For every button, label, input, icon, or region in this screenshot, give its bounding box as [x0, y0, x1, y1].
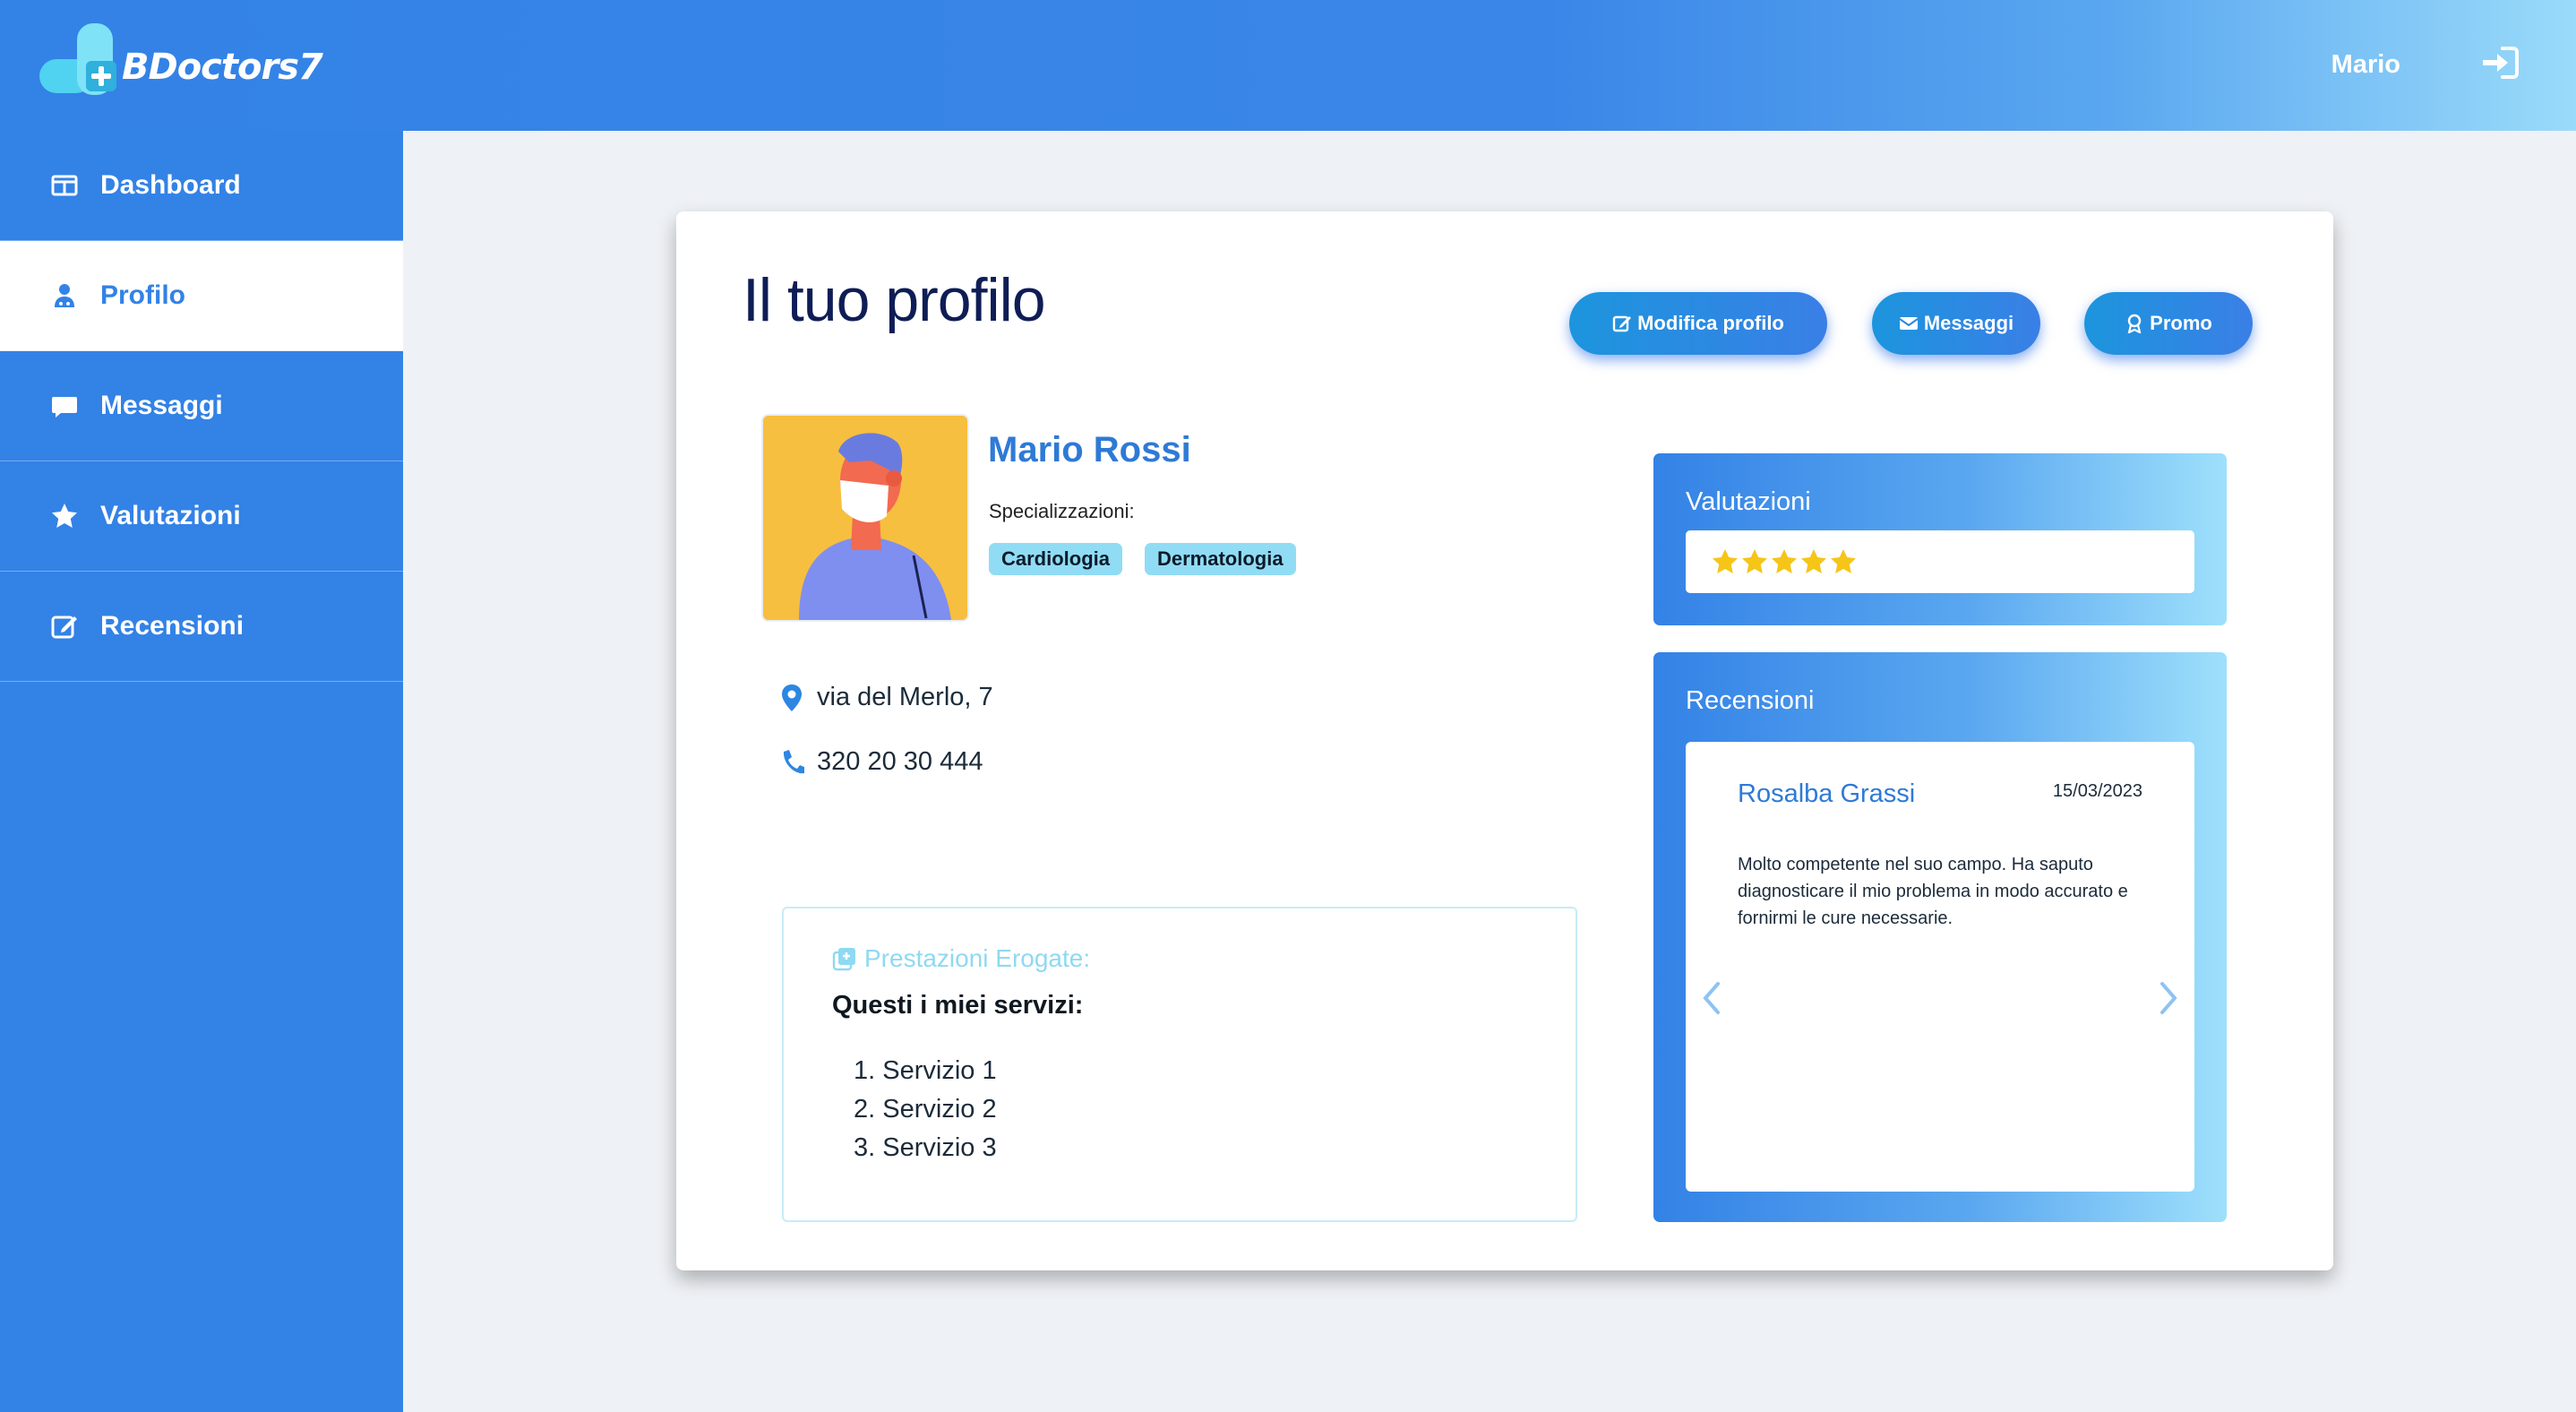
specializations-label: Specializzazioni: — [989, 500, 1135, 522]
specialization-tag: Dermatologia — [1145, 543, 1296, 575]
sidebar-item-profilo[interactable]: Profilo — [0, 241, 403, 351]
edit-profile-label: Modifica profilo — [1637, 312, 1784, 334]
ratings-title: Valutazioni — [1686, 487, 1811, 516]
sidebar-item-label: Recensioni — [100, 611, 245, 641]
chevron-right-icon[interactable] — [2155, 978, 2182, 1018]
list-item: 2. Servizio 2 — [854, 1095, 997, 1124]
doctor-name: Mario Rossi — [988, 430, 1191, 469]
sidebar-item-recensioni[interactable]: Recensioni — [0, 572, 403, 682]
page-title: Il tuo profilo — [743, 266, 1046, 334]
envelope-icon — [1899, 317, 1919, 330]
star-icon — [1713, 549, 1738, 573]
review-carousel: Rosalba Grassi 15/03/2023 Molto competen… — [1686, 742, 2194, 1192]
review-author: Rosalba Grassi — [1738, 779, 1916, 808]
edit-icon — [50, 612, 79, 641]
medical-files-icon — [832, 948, 855, 971]
user-name[interactable]: Mario — [2331, 50, 2400, 80]
review-text: Molto competente nel suo campo. Ha saput… — [1738, 855, 2128, 928]
star-icon — [1742, 549, 1767, 573]
logo-cross-icon — [39, 22, 118, 97]
phone-icon — [783, 749, 804, 773]
address-text: via del Merlo, 7 — [817, 683, 993, 711]
star-icon — [1801, 549, 1826, 573]
profile-card: Il tuo profilo Modifica profilo Messaggi… — [676, 211, 2333, 1270]
reviews-title: Recensioni — [1686, 686, 1815, 715]
services-title-text: Prestazioni Erogate: — [864, 944, 1091, 972]
ratings-panel: Valutazioni — [1653, 453, 2227, 625]
sidebar-item-label: Messaggi — [100, 391, 223, 420]
star-icon — [1831, 549, 1856, 573]
top-bar: BDoctors7 Mario — [0, 0, 2576, 131]
edit-icon — [1612, 315, 1632, 332]
list-item: 3. Servizio 3 — [854, 1133, 997, 1162]
edit-profile-button[interactable]: Modifica profilo — [1569, 292, 1827, 355]
logo[interactable]: BDoctors7 — [39, 22, 323, 97]
location-pin-icon — [782, 684, 802, 711]
messages-button[interactable]: Messaggi — [1872, 292, 2040, 355]
promo-label: Promo — [2150, 312, 2212, 334]
sidebar-item-messaggi[interactable]: Messaggi — [0, 351, 403, 461]
phone-text: 320 20 30 444 — [817, 747, 983, 776]
sidebar-item-dashboard[interactable]: Dashboard — [0, 131, 403, 241]
sidebar-item-label: Profilo — [100, 280, 185, 310]
services-list: 1. Servizio 1 2. Servizio 2 3. Servizio … — [854, 1052, 997, 1167]
logo-text: BDoctors7 — [122, 47, 323, 88]
message-icon — [50, 392, 79, 420]
user-doctor-icon — [50, 281, 79, 310]
phone-row: 320 20 30 444 — [779, 747, 983, 777]
services-box: Prestazioni Erogate: Questi i miei servi… — [782, 907, 1577, 1222]
messages-label: Messaggi — [1923, 312, 2014, 334]
chevron-left-icon[interactable] — [1698, 978, 1725, 1018]
logout-icon[interactable] — [2481, 45, 2520, 81]
promo-button[interactable]: Promo — [2084, 292, 2253, 355]
avatar — [763, 416, 967, 620]
sidebar: Dashboard Profilo Messaggi Valutazioni R… — [0, 131, 403, 1412]
review-date: 15/03/2023 — [2052, 781, 2142, 801]
award-icon — [2127, 314, 2142, 333]
specialization-tag: Cardiologia — [989, 543, 1123, 575]
star-icon — [50, 502, 79, 530]
services-subtitle: Questi i miei servizi: — [832, 991, 1084, 1020]
sidebar-item-label: Dashboard — [100, 170, 241, 200]
list-item: 1. Servizio 1 — [854, 1056, 997, 1085]
stars-rating — [1686, 530, 2194, 593]
services-title: Prestazioni Erogate: — [832, 944, 1090, 973]
star-icon — [1772, 549, 1797, 573]
reviews-panel: Recensioni Rosalba Grassi 15/03/2023 Mol… — [1653, 652, 2227, 1222]
sidebar-item-label: Valutazioni — [100, 501, 241, 530]
dashboard-icon — [50, 171, 79, 200]
sidebar-item-valutazioni[interactable]: Valutazioni — [0, 461, 403, 572]
address-row: via del Merlo, 7 — [779, 683, 993, 712]
